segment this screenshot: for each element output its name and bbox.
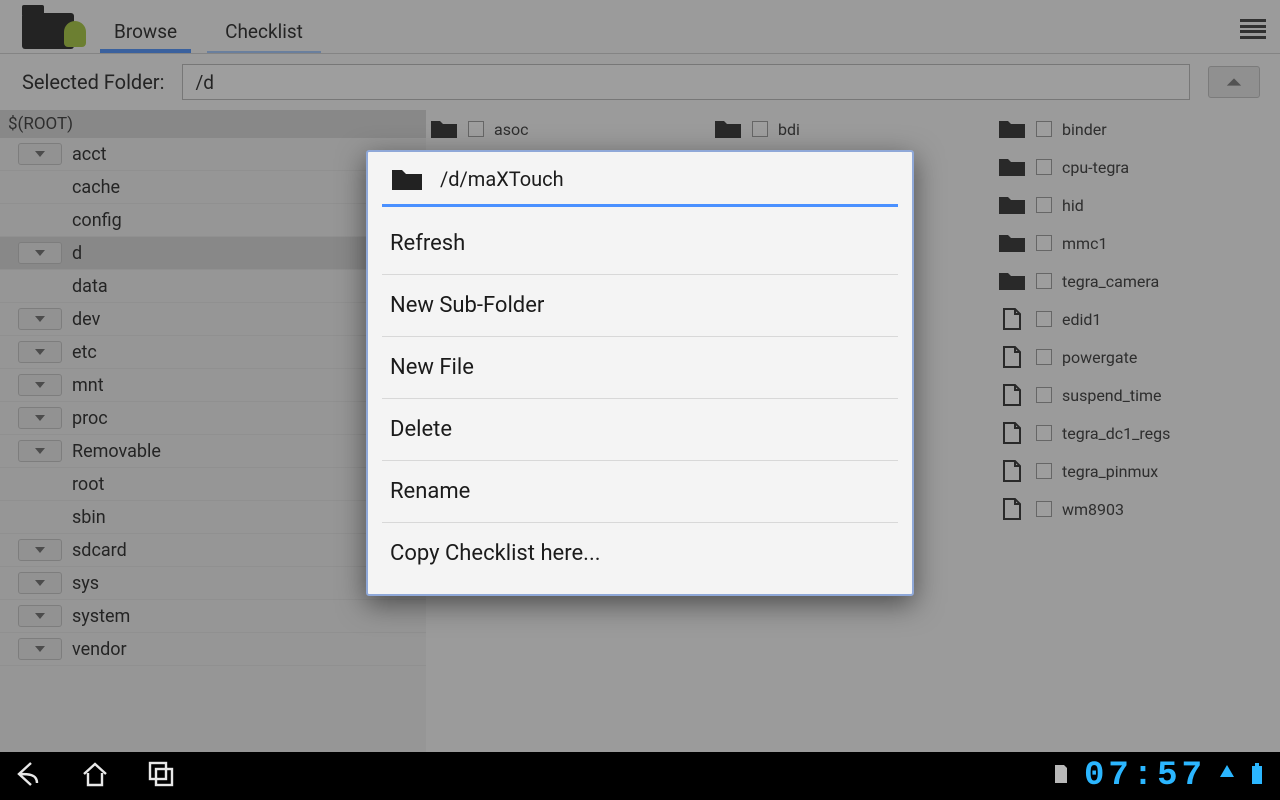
menu-item-new-sub-folder[interactable]: New Sub-Folder	[382, 275, 898, 337]
menu-item-delete[interactable]: Delete	[382, 399, 898, 461]
wifi-icon	[1218, 763, 1236, 789]
sd-card-icon	[1050, 763, 1072, 789]
status-clock: 07:57	[1084, 757, 1206, 795]
home-button[interactable]	[80, 759, 110, 793]
menu-item-new-file[interactable]: New File	[382, 337, 898, 399]
system-nav-bar: 07:57	[0, 752, 1280, 800]
menu-item-refresh[interactable]: Refresh	[382, 213, 898, 275]
dialog-title: /d/maXTouch	[440, 167, 564, 191]
back-button[interactable]	[14, 759, 44, 793]
menu-item-rename[interactable]: Rename	[382, 461, 898, 523]
context-menu-dialog: /d/maXTouch RefreshNew Sub-FolderNew Fil…	[366, 150, 914, 596]
menu-item-copy-checklist-here[interactable]: Copy Checklist here...	[382, 523, 898, 584]
recent-apps-button[interactable]	[146, 759, 176, 793]
battery-icon	[1248, 763, 1266, 789]
folder-icon	[390, 166, 424, 192]
